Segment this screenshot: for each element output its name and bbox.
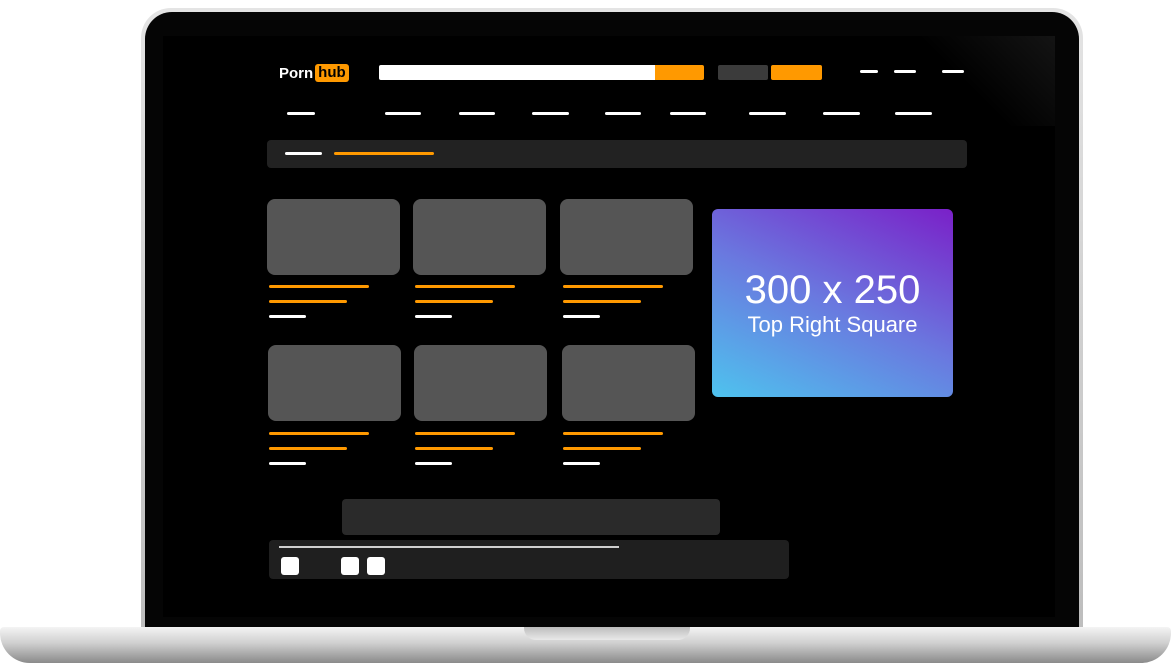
- nav-item-3[interactable]: [459, 112, 495, 115]
- logo-text-porn: Porn: [279, 64, 314, 82]
- nav-item-9[interactable]: [895, 112, 932, 115]
- ad-top-right-square[interactable]: 300 x 250 Top Right Square: [712, 209, 953, 397]
- video-thumbnail[interactable]: [562, 345, 695, 421]
- video-title-line[interactable]: [415, 447, 493, 450]
- bottom-banner-placeholder: [342, 499, 720, 535]
- subnav-item-1[interactable]: [285, 152, 322, 155]
- ad-name-label: Top Right Square: [747, 312, 918, 337]
- video-title-line[interactable]: [269, 432, 369, 435]
- screen-glare: [915, 36, 1055, 126]
- logo-text-hub: hub: [315, 64, 349, 82]
- video-title-line[interactable]: [415, 285, 515, 288]
- video-title-line[interactable]: [563, 447, 641, 450]
- header-icon-1[interactable]: [860, 70, 878, 73]
- video-title-line[interactable]: [269, 300, 347, 303]
- nav-item-4[interactable]: [532, 112, 569, 115]
- video-title-line[interactable]: [269, 447, 347, 450]
- video-title-line[interactable]: [269, 285, 369, 288]
- video-thumbnail[interactable]: [560, 199, 693, 275]
- video-title-line[interactable]: [563, 432, 663, 435]
- nav-item-8[interactable]: [823, 112, 860, 115]
- video-meta-line: [415, 462, 452, 465]
- video-meta-line: [269, 315, 306, 318]
- nav-item-5[interactable]: [605, 112, 641, 115]
- video-title-line[interactable]: [563, 285, 663, 288]
- site-logo[interactable]: Porn hub: [279, 64, 349, 82]
- page-button[interactable]: [281, 557, 299, 575]
- video-thumbnail[interactable]: [267, 199, 400, 275]
- page-button[interactable]: [367, 557, 385, 575]
- nav-item-2[interactable]: [385, 112, 421, 115]
- pagination-progress-line: [279, 546, 619, 548]
- video-meta-line: [415, 315, 452, 318]
- video-meta-line: [269, 462, 306, 465]
- ad-size-label: 300 x 250: [744, 268, 921, 312]
- laptop-base-notch: [524, 627, 690, 640]
- video-title-line[interactable]: [415, 300, 493, 303]
- video-meta-line: [563, 462, 600, 465]
- page-button[interactable]: [341, 557, 359, 575]
- search-input[interactable]: [379, 65, 655, 80]
- video-thumbnail[interactable]: [268, 345, 401, 421]
- search-button[interactable]: [655, 65, 704, 80]
- video-meta-line: [563, 315, 600, 318]
- video-title-line[interactable]: [415, 432, 515, 435]
- nav-item-7[interactable]: [749, 112, 786, 115]
- video-thumbnail[interactable]: [413, 199, 546, 275]
- nav-item-1[interactable]: [287, 112, 315, 115]
- subnav-item-2-active[interactable]: [334, 152, 434, 155]
- video-title-line[interactable]: [563, 300, 641, 303]
- header-button-gray[interactable]: [718, 65, 768, 80]
- laptop-screen: Porn hub 300 x 250 Top Right Square: [163, 36, 1055, 617]
- nav-item-6[interactable]: [670, 112, 706, 115]
- header-icon-2[interactable]: [894, 70, 916, 73]
- header-icon-3[interactable]: [942, 70, 964, 73]
- header-button-orange[interactable]: [771, 65, 822, 80]
- video-thumbnail[interactable]: [414, 345, 547, 421]
